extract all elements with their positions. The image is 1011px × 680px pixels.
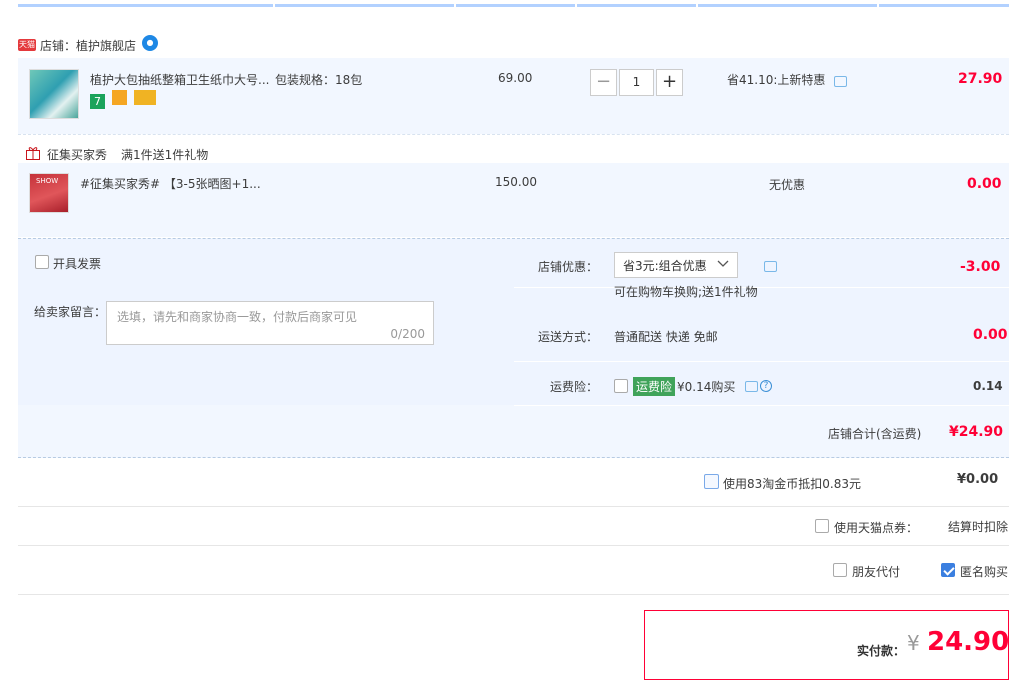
item-subtotal: 27.90 [958, 71, 1003, 87]
anonymous-checkbox[interactable] [941, 563, 955, 577]
gift-subtotal: 0.00 [967, 176, 1002, 192]
message-label: 给卖家留言： [34, 305, 107, 319]
item-title[interactable]: 植护大包抽纸整箱卫生纸巾大号... [90, 71, 270, 88]
pay-currency: ¥ [907, 631, 920, 655]
divider [18, 134, 1009, 135]
payment-summary: 实付款： ¥ 24.90 [644, 610, 1009, 680]
comment-icon[interactable] [834, 76, 847, 87]
coins-amount: ¥0.00 [957, 472, 999, 487]
anonymous-label[interactable]: 匿名购买 [960, 563, 1008, 580]
message-placeholder: 选填，请先和商家协商一致，付款后商家可见 [117, 310, 358, 324]
shop-discount-note: 可在购物车换购;送1件礼物 [614, 285, 758, 299]
insurance-checkbox[interactable] [614, 379, 628, 393]
item-row-1 [18, 58, 1009, 134]
gift-unit-price: 150.00 [495, 175, 537, 189]
gift-bar-desc: 满1件送1件礼物 [121, 148, 209, 162]
shop-discount-amount: -3.00 [960, 259, 1001, 275]
coins-checkbox[interactable] [704, 474, 719, 489]
divider [18, 594, 1009, 595]
shipping-row-bg [514, 288, 1009, 362]
item-thumbnail[interactable] [29, 69, 79, 119]
shop-discount-label: 店铺优惠： [538, 260, 599, 274]
gift-promotion: 无优惠 [769, 178, 806, 192]
qty-increase-button[interactable]: + [656, 69, 683, 96]
divider [18, 506, 1009, 507]
shop-name[interactable]: 店铺：植护旗舰店 [40, 37, 136, 54]
gift-icon [25, 145, 41, 161]
shop-discount-select[interactable]: 省3元:组合优惠 [614, 252, 738, 278]
friend-pay-checkbox[interactable] [833, 563, 847, 577]
message-input[interactable]: 选填，请先和商家协商一致，付款后商家可见 0/200 [106, 301, 434, 345]
pay-label: 实付款： [857, 644, 906, 658]
qty-decrease-button[interactable]: − [590, 69, 617, 96]
item-unit-price: 69.00 [498, 71, 533, 85]
gift-thumbnail[interactable]: SHOW [29, 173, 69, 213]
item-spec: 包装规格：18包 [275, 73, 363, 87]
item-promotion: 省41.10:上新特惠 [727, 73, 826, 87]
seven-day-return-icon: 7 [90, 94, 105, 109]
pay-amount: 24.90 [927, 627, 1010, 657]
service-icons: 7 [90, 90, 156, 109]
insurance-tag: 运费险 [633, 377, 676, 396]
help-icon[interactable]: ? [760, 380, 772, 392]
gift-bar-title: 征集买家秀 [47, 148, 108, 162]
insurance-label: 运费险： [550, 380, 599, 394]
guarantee-icon [111, 90, 127, 105]
message-counter: 0/200 [390, 327, 425, 341]
insurance-amount: 0.14 [973, 379, 1003, 393]
top-column-rule [18, 0, 1009, 7]
shipping-label: 运送方式： [538, 330, 599, 344]
invoice-label[interactable]: 开具发票 [53, 255, 101, 272]
shipping-amount: 0.00 [973, 327, 1008, 343]
points-label[interactable]: 使用天猫点券： [834, 519, 918, 536]
points-value: 结算时扣除 [948, 520, 1009, 534]
chevron-down-icon [717, 257, 729, 272]
insurance-desc: ¥0.14购买 [677, 380, 736, 394]
shop-total-label: 店铺合计(含运费) [828, 427, 922, 441]
shop-discount-selected: 省3元:组合优惠 [623, 259, 707, 273]
coins-label[interactable]: 使用83淘金币抵扣0.83元 [723, 475, 861, 492]
points-checkbox[interactable] [815, 519, 829, 533]
comment-icon[interactable] [745, 381, 758, 392]
qty-input[interactable]: 1 [619, 69, 654, 96]
comment-icon[interactable] [764, 261, 777, 272]
shop-total-amount: ¥24.90 [949, 424, 1004, 440]
wangwang-chat-icon[interactable]: ● [142, 35, 158, 51]
friend-pay-label[interactable]: 朋友代付 [852, 563, 900, 580]
divider [18, 545, 1009, 546]
shipping-method: 普通配送 快递 免邮 [614, 330, 718, 344]
gift-item-title[interactable]: #征集买家秀# 【3-5张晒图+1... [80, 175, 270, 192]
credit-card-icon [133, 90, 156, 105]
invoice-checkbox[interactable] [35, 255, 49, 269]
tmall-icon: 天猫 [18, 39, 36, 51]
